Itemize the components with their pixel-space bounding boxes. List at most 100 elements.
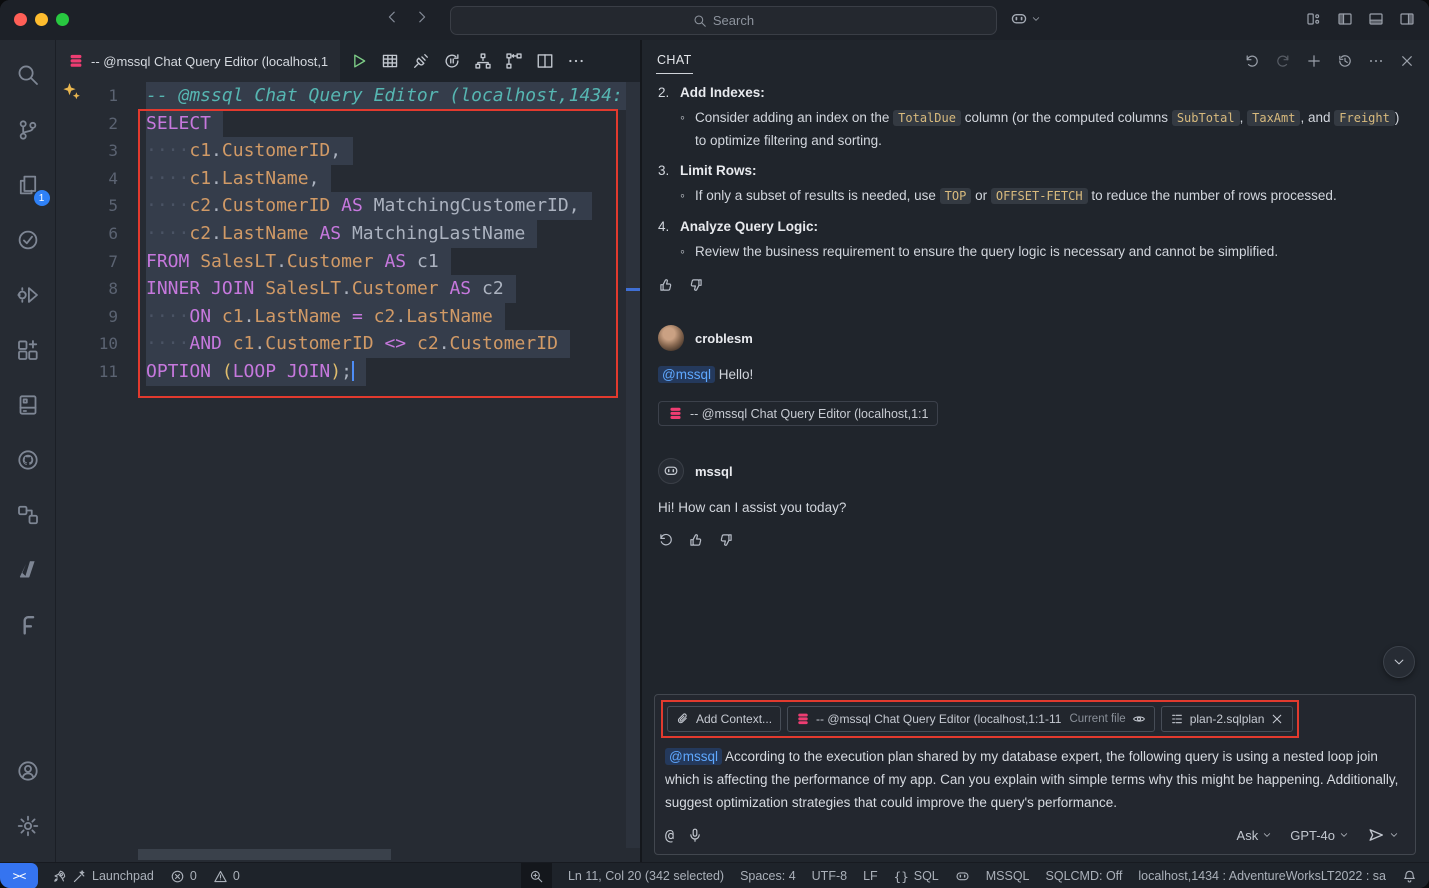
back-icon[interactable] [384,9,400,25]
panel-right-icon[interactable] [1399,11,1415,27]
status-item-sqlcmd[interactable]: SQLCMD: Off [1046,869,1123,883]
horizontal-scrollbar[interactable] [138,849,391,860]
attached-file-chip[interactable]: -- @mssql Chat Query Editor (localhost,1… [658,401,938,426]
play-icon[interactable] [350,52,368,70]
context-chip--mssql-chat-query-editor[interactable]: -- @mssql Chat Query Editor (localhost,1… [787,706,1155,732]
mention-button[interactable]: @ [665,826,674,844]
more-icon[interactable] [567,52,585,70]
chat-input-container[interactable]: Add Context... -- @mssql Chat Query Edito… [654,694,1416,855]
context-chip-add-context-[interactable]: Add Context... [667,706,781,732]
activity-bar-item-extensions[interactable] [4,327,52,373]
thumbsdown-icon[interactable] [688,277,704,293]
command-center-search[interactable]: Search [450,6,997,35]
tab-chat[interactable]: CHAT [656,49,693,74]
model-picker[interactable]: GPT-4o [1284,828,1355,843]
status-item-launchpad[interactable]: Launchpad [52,869,154,884]
retry-icon[interactable] [658,532,674,548]
activity-bar-item-accounts[interactable] [4,748,52,794]
list-item-title: Analyze Query Logic: [680,216,818,238]
panel-left-icon[interactable] [1337,11,1353,27]
panel-bottom-icon[interactable] [1368,11,1384,27]
status-item-notifications[interactable] [1402,869,1417,884]
activity-bar-item-testing[interactable] [4,217,52,263]
forward-icon[interactable] [414,9,430,25]
queryplan-icon[interactable] [474,52,492,70]
send-button[interactable] [1361,826,1405,844]
status-item-indentation[interactable]: Spaces: 4 [740,869,796,883]
status-item-mssql-status[interactable]: MSSQL [986,869,1030,883]
code-line[interactable]: 11OPTION (LOOP JOIN); [56,358,626,386]
status-item-warnings[interactable]: 0 [213,869,240,884]
paperclip-icon [676,712,690,726]
chat-input-text[interactable]: @mssql According to the execution plan s… [665,745,1405,814]
chip-label: plan-2.sqlplan [1190,712,1265,726]
activity-bar-item-azure[interactable] [4,547,52,593]
wand-icon [72,869,87,884]
status-item-encoding[interactable]: UTF-8 [812,869,847,883]
mode-picker[interactable]: Ask [1231,828,1279,843]
activity-bar-item-search[interactable] [4,52,52,98]
scroll-to-bottom-button[interactable] [1383,646,1415,678]
search-icon [693,14,707,28]
status-item-zoom-control[interactable] [521,863,552,888]
close-icon[interactable] [1399,53,1415,69]
close-window-button[interactable] [14,13,27,26]
code-line[interactable]: 6····c2.LastName AS MatchingLastName [56,220,626,248]
activity-bar-item-fabric[interactable] [4,602,52,648]
undo-icon[interactable] [1244,53,1260,69]
eye-icon[interactable] [1132,712,1146,726]
plus-icon[interactable] [1306,53,1322,69]
context-chip-plan-2-sqlplan[interactable]: plan-2.sqlplan [1161,706,1294,732]
flow-icon[interactable] [505,52,523,70]
code-line[interactable]: 1-- @mssql Chat Query Editor (localhost,… [56,82,626,110]
thumbsup-icon[interactable] [688,532,704,548]
close-icon[interactable] [1270,712,1284,726]
chip-label: -- @mssql Chat Query Editor (localhost,1… [816,712,1061,726]
split-icon[interactable] [536,52,554,70]
activity-bar-item-github[interactable] [4,437,52,483]
code-line[interactable]: 4····c1.LastName, [56,165,626,193]
redo-icon[interactable] [1275,53,1291,69]
chevron-down-icon [1339,830,1349,840]
sqlcmd-label: SQLCMD: Off [1046,869,1123,883]
code-line[interactable]: 9····ON c1.LastName = c2.LastName [56,303,626,331]
code-line[interactable]: 5····c2.CustomerID AS MatchingCustomerID… [56,192,626,220]
vertical-scrollbar[interactable] [626,82,640,848]
maximize-window-button[interactable] [56,13,69,26]
status-item-connection[interactable]: localhost,1434 : AdventureWorksLT2022 : … [1138,869,1386,883]
status-item-eol[interactable]: LF [863,869,878,883]
status-item-language-mode[interactable]: {}SQL [894,869,939,884]
chat-conversation: 2.Add Indexes:◦Consider adding an index … [642,82,1429,688]
attachment-label: -- @mssql Chat Query Editor (localhost,1… [690,407,928,421]
remote-indicator[interactable]: >< [0,863,38,888]
rocket-icon [52,869,67,884]
code-editor[interactable]: 1-- @mssql Chat Query Editor (localhost,… [56,82,640,862]
layout-icon[interactable] [1306,11,1322,27]
code-line[interactable]: 10····AND c1.CustomerID <> c2.CustomerID [56,330,626,358]
code-line[interactable]: 7FROM SalesLT.Customer AS c1 [56,248,626,276]
activity-bar-item-run-debug[interactable] [4,272,52,318]
minimize-window-button[interactable] [35,13,48,26]
copilot-menu[interactable] [1010,10,1041,28]
tab-mssql-query-editor[interactable]: -- @mssql Chat Query Editor (localhost,1 [56,40,340,82]
activity-bar-item-settings[interactable] [4,803,52,849]
code-line[interactable]: 8INNER JOIN SalesLT.Customer AS c2 [56,275,626,303]
activity-bar-item-mssql-server[interactable] [4,382,52,428]
microphone-icon[interactable] [687,827,703,843]
assistant-list-item: 2.Add Indexes: [658,82,1413,104]
more-icon[interactable] [1368,53,1384,69]
history-icon[interactable] [1337,53,1353,69]
activity-bar-item-connections[interactable] [4,492,52,538]
activity-bar-item-source-control[interactable] [4,107,52,153]
code-line[interactable]: 3····c1.CustomerID, [56,137,626,165]
grid-icon[interactable] [381,52,399,70]
thumbsup-icon[interactable] [658,277,674,293]
status-item-errors[interactable]: 0 [170,869,197,884]
plug-icon[interactable] [412,52,430,70]
status-item-cursor-position[interactable]: Ln 11, Col 20 (342 selected) [568,869,724,883]
estplan-icon[interactable] [443,52,461,70]
activity-bar-item-explorer[interactable]: 1 [4,162,52,208]
thumbsdown-icon[interactable] [718,532,734,548]
status-item-copilot-status[interactable] [955,869,970,884]
code-line[interactable]: 2SELECT [56,110,626,138]
